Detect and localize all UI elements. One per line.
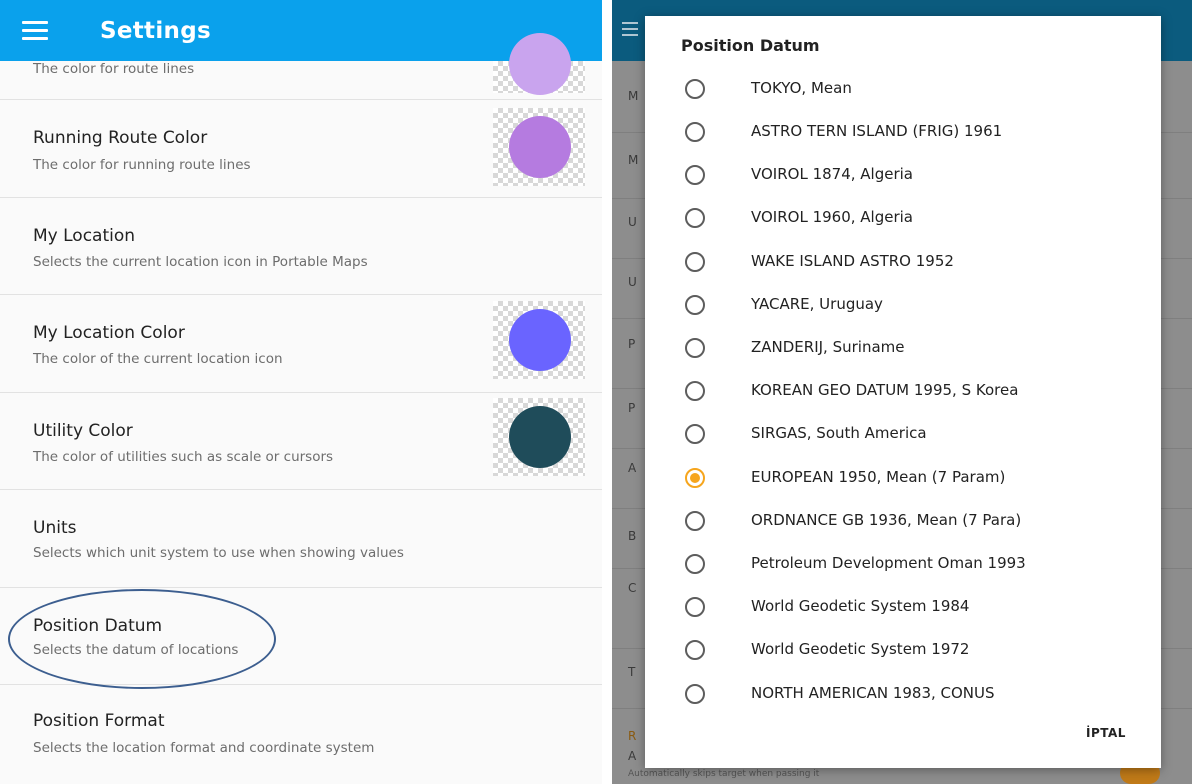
option-label: TOKYO, Mean [751,79,852,97]
option-label: KOREAN GEO DATUM 1995, S Korea [751,381,1019,399]
datum-option[interactable]: KOREAN GEO DATUM 1995, S Korea [645,371,1161,411]
option-label: VOIROL 1874, Algeria [751,165,913,183]
radio-button[interactable] [685,554,705,574]
menu-icon[interactable] [22,21,48,40]
option-label: SIRGAS, South America [751,424,927,442]
option-label: EUROPEAN 1950, Mean (7 Param) [751,468,1006,486]
running-route-color-swatch[interactable] [493,108,585,186]
background-letter: P [628,401,636,415]
background-letter: A [628,749,637,763]
pref-my-location-color[interactable]: My Location Color The color of the curre… [0,295,602,393]
radio-button[interactable] [685,295,705,315]
datum-option[interactable]: TOKYO, Mean [645,69,1161,109]
radio-button[interactable] [685,684,705,704]
datum-option[interactable]: VOIROL 1960, Algeria [645,198,1161,238]
radio-button[interactable] [685,252,705,272]
settings-screen: Settings The color for route lines Runni… [0,0,602,784]
option-label: World Geodetic System 1972 [751,640,970,658]
pref-subtitle: The color for running route lines [33,157,251,173]
radio-button[interactable] [685,597,705,617]
datum-option[interactable]: ZANDERIJ, Suriname [645,328,1161,368]
background-letter: A [628,461,637,475]
my-location-color-swatch[interactable] [493,301,585,379]
route-color-swatch[interactable] [493,33,585,95]
datum-dialog-screen: M M U U P P A B C T R A Automatically sk… [612,0,1192,784]
background-letter: M [628,89,639,103]
datum-option[interactable]: World Geodetic System 1972 [645,630,1161,670]
pref-title: Position Format [33,711,165,731]
radio-button[interactable] [685,165,705,185]
datum-option[interactable]: Petroleum Development Oman 1993 [645,544,1161,584]
datum-option[interactable]: EUROPEAN 1950, Mean (7 Param) [645,458,1161,498]
radio-button[interactable] [685,79,705,99]
pref-running-route-color[interactable]: Running Route Color The color for runnin… [0,100,602,198]
pref-title: Running Route Color [33,128,208,148]
pref-subtitle: Selects the current location icon in Por… [33,254,368,270]
datum-option[interactable]: WAKE ISLAND ASTRO 1952 [645,242,1161,282]
pref-title: Units [33,518,77,538]
pref-title: My Location Color [33,323,185,343]
option-label: World Geodetic System 1984 [751,597,970,615]
pref-my-location[interactable]: My Location Selects the current location… [0,198,602,295]
radio-button[interactable] [685,122,705,142]
radio-button[interactable] [685,640,705,660]
datum-option[interactable]: World Geodetic System 1984 [645,587,1161,627]
pref-subtitle: Selects which unit system to use when sh… [33,545,404,561]
datum-option[interactable]: NORTH AMERICAN 1983, CONUS [645,674,1161,714]
radio-button[interactable] [685,424,705,444]
pref-subtitle: Selects the location format and coordina… [33,740,375,756]
option-label: ASTRO TERN ISLAND (FRIG) 1961 [751,122,1003,140]
background-letter: B [628,529,637,543]
utility-color-dot [509,406,571,468]
pref-units[interactable]: Units Selects which unit system to use w… [0,490,602,588]
pref-subtitle: The color of utilities such as scale or … [33,449,334,465]
page-title: Settings [100,17,211,44]
radio-button[interactable] [685,468,705,488]
option-label: WAKE ISLAND ASTRO 1952 [751,252,954,270]
datum-option[interactable]: SIRGAS, South America [645,414,1161,454]
option-label: VOIROL 1960, Algeria [751,208,913,226]
radio-button[interactable] [685,511,705,531]
option-label: Petroleum Development Oman 1993 [751,554,1026,572]
datum-option[interactable]: VOIROL 1874, Algeria [645,155,1161,195]
datum-option[interactable]: ASTRO TERN ISLAND (FRIG) 1961 [645,112,1161,152]
running-route-color-dot [509,116,571,178]
datum-option[interactable]: ORDNANCE GB 1936, Mean (7 Para) [645,501,1161,541]
pref-title: My Location [33,226,136,246]
radio-button[interactable] [685,338,705,358]
pref-route-color[interactable]: The color for route lines [0,33,602,100]
option-label: YACARE, Uruguay [751,295,883,313]
option-label: NORTH AMERICAN 1983, CONUS [751,684,995,702]
cancel-button[interactable]: İPTAL [1086,726,1126,740]
dialog-title: Position Datum [681,36,820,55]
background-letter: R [628,729,637,743]
pref-utility-color[interactable]: Utility Color The color of utilities suc… [0,393,602,490]
pref-subtitle: The color for route lines [33,61,195,77]
option-label: ORDNANCE GB 1936, Mean (7 Para) [751,511,1022,529]
highlight-ellipse [8,589,276,689]
background-letter: M [628,153,639,167]
pref-subtitle: The color of the current location icon [33,351,283,367]
utility-color-swatch[interactable] [493,398,585,476]
route-color-dot [509,33,571,95]
position-datum-dialog: Position Datum TOKYO, Mean ASTRO TERN IS… [645,16,1161,768]
radio-button[interactable] [685,381,705,401]
pref-title: Utility Color [33,421,133,441]
menu-icon [622,22,638,36]
background-letter: U [628,275,637,289]
background-letter: U [628,215,637,229]
background-letter: C [628,581,637,595]
datum-option[interactable]: YACARE, Uruguay [645,285,1161,325]
background-letter: T [628,665,636,679]
pref-position-format[interactable]: Position Format Selects the location for… [0,685,602,784]
background-letter: P [628,337,636,351]
my-location-color-dot [509,309,571,371]
option-label: ZANDERIJ, Suriname [751,338,905,356]
radio-button[interactable] [685,208,705,228]
background-subtext: Automatically skips target when passing … [628,769,820,779]
